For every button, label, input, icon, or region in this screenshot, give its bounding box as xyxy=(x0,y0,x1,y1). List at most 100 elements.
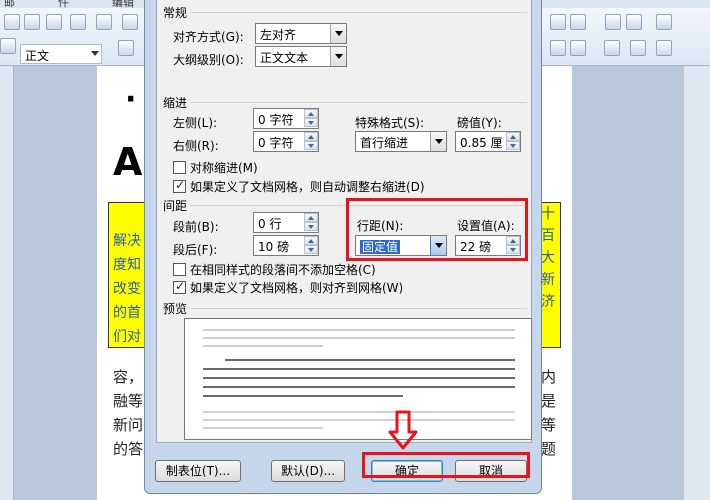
indentation-section-title: 缩进 xyxy=(163,96,188,110)
toolbar-icon[interactable] xyxy=(122,14,138,30)
spin-up-icon[interactable] xyxy=(304,236,318,245)
zoom-icon[interactable] xyxy=(656,14,672,30)
menu-item[interactable]: 件 xyxy=(58,0,69,8)
preview-line xyxy=(203,427,323,429)
no-space-same-style-checkbox[interactable]: 在相同样式的段落间不添加空格(C) xyxy=(173,261,376,278)
spacing-section-title: 间距 xyxy=(163,199,188,213)
set-default-button[interactable]: 默认(D)... xyxy=(271,460,345,482)
toolbar-icon[interactable] xyxy=(118,40,134,56)
indent-by-label: 磅值(Y): xyxy=(457,116,502,130)
indent-by-spinner[interactable]: 0.85 厘 xyxy=(455,131,521,152)
body-line: 题 xyxy=(541,440,557,458)
special-indent-dropdown[interactable]: 首行缩进 xyxy=(355,131,447,152)
align-icon[interactable] xyxy=(570,40,586,56)
alignment-value: 左对齐 xyxy=(260,28,297,42)
tabs-button[interactable]: 制表位(T)... xyxy=(155,460,241,482)
preview-line xyxy=(203,377,515,379)
annotation-highlight-box xyxy=(362,452,530,478)
spin-down-icon[interactable] xyxy=(506,141,520,150)
checkbox-box[interactable] xyxy=(173,263,186,276)
auto-adjust-indent-checkbox[interactable]: 如果定义了文档网格，则自动调整右缩进(D) xyxy=(173,178,425,195)
chevron-down-icon[interactable] xyxy=(330,24,346,43)
general-section-title: 常规 xyxy=(163,6,188,20)
line-spacing-icon[interactable] xyxy=(550,40,566,56)
spacing-before-spinner[interactable]: 0 行 xyxy=(253,212,319,233)
preview-line xyxy=(203,329,515,331)
chevron-down-icon xyxy=(91,51,99,56)
insert-icon[interactable] xyxy=(626,14,642,30)
spacing-before-label: 段前(B): xyxy=(173,220,219,234)
body-line: 新问 xyxy=(113,416,144,434)
spacing-before-value: 0 行 xyxy=(258,217,282,231)
divider xyxy=(191,308,527,309)
align-left-icon[interactable] xyxy=(550,14,566,30)
spacing-after-label: 段后(F): xyxy=(173,243,218,257)
paragraph-preview xyxy=(184,318,532,440)
chevron-down-icon[interactable] xyxy=(430,132,446,151)
alignment-label: 对齐方式(G): xyxy=(173,30,244,44)
preview-line xyxy=(203,337,515,339)
menu-item[interactable]: 邮 xyxy=(4,0,15,8)
print-preview-icon[interactable] xyxy=(96,14,112,30)
preview-line xyxy=(203,386,515,388)
spin-up-icon[interactable] xyxy=(506,132,520,141)
body-line: 容， xyxy=(113,368,144,386)
preview-line xyxy=(203,395,403,397)
annotation-down-arrow-icon xyxy=(388,410,418,450)
permission-icon[interactable] xyxy=(70,14,86,30)
spin-down-icon[interactable] xyxy=(304,118,318,127)
body-line: 内 xyxy=(541,368,557,386)
vertical-ruler xyxy=(0,66,14,500)
alignment-dropdown[interactable]: 左对齐 xyxy=(255,23,347,44)
chevron-down-icon[interactable] xyxy=(330,47,346,66)
right-indent-label: 右侧(R): xyxy=(173,139,219,153)
mirror-indents-label: 对称缩进(M) xyxy=(190,161,258,175)
checkbox-box[interactable] xyxy=(173,178,186,193)
research-icon[interactable] xyxy=(605,14,621,30)
style-dropdown[interactable]: 正文 xyxy=(20,44,102,64)
preview-section-title: 预览 xyxy=(163,302,188,316)
mirror-indents-checkbox[interactable]: 对称缩进(M) xyxy=(173,159,258,176)
document-heading: A xyxy=(113,140,143,184)
checkbox-box[interactable] xyxy=(173,279,186,294)
find-icon[interactable] xyxy=(656,40,672,56)
snap-to-grid-checkbox[interactable]: 如果定义了文档网格，则对齐到网格(W) xyxy=(173,279,403,296)
left-indent-spinner[interactable]: 0 字符 xyxy=(253,108,319,129)
numbering-icon[interactable] xyxy=(604,40,620,56)
spin-down-icon[interactable] xyxy=(304,141,318,150)
vertical-scrollbar[interactable] xyxy=(684,66,710,500)
right-indent-value: 0 字符 xyxy=(258,136,294,150)
bullets-icon[interactable] xyxy=(630,40,646,56)
spacing-after-value: 10 磅 xyxy=(258,240,290,254)
special-indent-value: 首行缩进 xyxy=(360,136,409,150)
outline-level-label: 大纲级别(O): xyxy=(173,53,244,67)
snap-to-grid-label: 如果定义了文档网格，则对齐到网格(W) xyxy=(190,281,404,295)
indent-by-value: 0.85 厘 xyxy=(460,136,503,150)
spin-up-icon[interactable] xyxy=(304,213,318,222)
outline-level-value: 正文文本 xyxy=(260,51,309,65)
menu-item[interactable]: 编辑 xyxy=(112,0,134,8)
left-indent-label: 左侧(L): xyxy=(173,116,218,130)
open-folder-icon[interactable] xyxy=(24,14,40,30)
highlight-text: 解决 xyxy=(113,233,141,249)
no-space-same-style-label: 在相同样式的段落间不添加空格(C) xyxy=(190,263,376,277)
preview-line xyxy=(203,419,515,421)
spin-up-icon[interactable] xyxy=(304,132,318,141)
new-document-icon[interactable] xyxy=(4,14,20,30)
spin-up-icon[interactable] xyxy=(304,109,318,118)
paragraph-marks-icon[interactable] xyxy=(570,14,586,30)
body-line: 融等 xyxy=(113,392,144,410)
right-indent-spinner[interactable]: 0 字符 xyxy=(253,131,319,152)
spin-down-icon[interactable] xyxy=(304,222,318,231)
special-indent-label: 特殊格式(S): xyxy=(355,116,425,130)
style-icon[interactable] xyxy=(0,38,16,54)
checkbox-box[interactable] xyxy=(173,161,186,174)
outline-level-dropdown[interactable]: 正文文本 xyxy=(255,46,347,67)
preview-line xyxy=(203,368,515,370)
spin-down-icon[interactable] xyxy=(304,245,318,254)
body-line: 等 xyxy=(541,416,557,434)
divider xyxy=(191,102,527,103)
spacing-after-spinner[interactable]: 10 磅 xyxy=(253,235,319,256)
preview-line xyxy=(203,411,515,413)
save-icon[interactable] xyxy=(46,14,62,30)
